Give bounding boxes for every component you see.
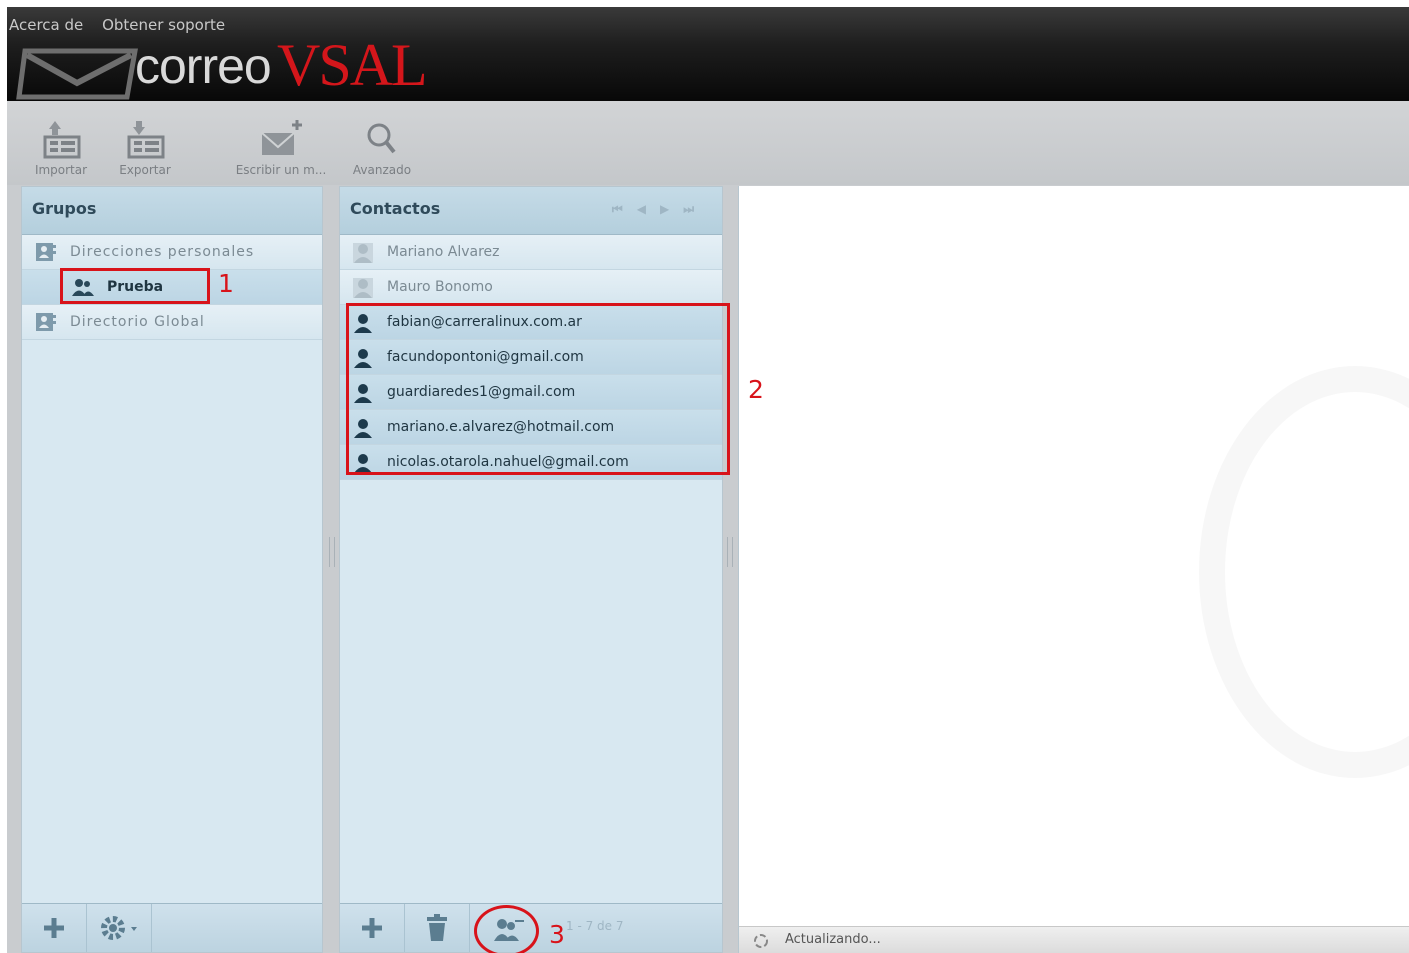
pagination-controls: ⏮◀▶⏭ — [612, 187, 708, 231]
compose-label: Escribir un m... — [235, 163, 327, 177]
group-global-directory[interactable]: Directorio Global — [22, 305, 322, 340]
add-group-button[interactable] — [22, 904, 87, 952]
annotation-number-1: 1 — [218, 269, 234, 298]
annotation-number-2: 2 — [748, 375, 764, 404]
next-page-icon[interactable]: ▶ — [660, 202, 683, 216]
export-icon — [127, 121, 165, 159]
envelope-logo-icon — [16, 48, 138, 100]
plus-icon — [44, 918, 64, 938]
address-book-icon — [36, 313, 56, 331]
loading-spinner-icon — [754, 934, 768, 948]
app-window: Acerca de Obtener soporte correo VSAL Im… — [7, 7, 1409, 953]
top-links: Acerca de Obtener soporte — [9, 16, 239, 34]
status-text: Actualizando... — [785, 932, 881, 947]
group-settings-button[interactable] — [87, 904, 152, 952]
logo: correo VSAL — [15, 32, 435, 100]
contacts-title: Contactos — [350, 199, 441, 218]
annotation-box-1 — [60, 268, 210, 304]
address-book-icon — [36, 243, 56, 261]
contact-person-icon — [353, 278, 373, 298]
export-label: Exportar — [119, 163, 171, 177]
compose-button[interactable]: Escribir un m... — [231, 119, 331, 177]
group-personal-addresses[interactable]: Direcciones personales — [22, 235, 322, 270]
contact-name: Mauro Bonomo — [387, 279, 493, 295]
status-bar: Actualizando... — [739, 926, 1409, 953]
about-link[interactable]: Acerca de — [9, 16, 83, 34]
watermark-logo — [1199, 366, 1409, 778]
group-personal-label: Direcciones personales — [70, 244, 255, 260]
last-page-icon[interactable]: ⏭ — [683, 202, 708, 216]
contacts-header: Contactos ⏮◀▶⏭ — [340, 187, 722, 235]
logo-brand: VSAL — [277, 32, 428, 98]
groups-splitter[interactable] — [329, 537, 335, 567]
add-contact-button[interactable] — [340, 904, 405, 952]
annotation-box-2 — [346, 303, 730, 475]
import-button[interactable]: Importar — [31, 119, 91, 177]
delete-contact-button[interactable] — [405, 904, 470, 952]
prev-page-icon[interactable]: ◀ — [637, 202, 660, 216]
gear-icon — [101, 916, 137, 940]
group-global-label: Directorio Global — [70, 314, 205, 330]
annotation-number-3: 3 — [549, 920, 565, 949]
toolbar: Importar Exportar Escribir un m... Avanz… — [7, 101, 1409, 185]
compose-mail-icon — [261, 120, 302, 155]
contact-detail-pane: Actualizando... — [738, 186, 1409, 953]
advanced-search-button[interactable]: Avanzado — [347, 119, 417, 177]
first-page-icon[interactable]: ⏮ — [612, 202, 637, 216]
annotation-circle-3 — [474, 905, 539, 953]
plus-icon — [362, 918, 382, 938]
search-icon — [367, 123, 396, 154]
groups-footer — [22, 903, 322, 952]
contact-name: Mariano Alvarez — [387, 244, 500, 260]
contact-row[interactable]: Mauro Bonomo — [340, 270, 722, 305]
contacts-panel: Contactos ⏮◀▶⏭ Mariano Alvarez Mauro Bono… — [339, 186, 723, 953]
contact-person-icon — [353, 243, 373, 263]
groups-title: Grupos — [22, 187, 322, 235]
import-icon — [43, 121, 81, 159]
export-button[interactable]: Exportar — [115, 119, 175, 177]
import-label: Importar — [34, 163, 88, 177]
contacts-splitter[interactable] — [727, 537, 733, 567]
contacts-count: 1 - 7 de 7 — [566, 919, 624, 933]
logo-word: correo — [135, 38, 272, 94]
contact-row[interactable]: Mariano Alvarez — [340, 235, 722, 270]
header-bar: Acerca de Obtener soporte correo VSAL — [7, 7, 1409, 101]
advanced-label: Avanzado — [352, 163, 412, 177]
support-link[interactable]: Obtener soporte — [102, 16, 225, 34]
trash-icon — [427, 914, 447, 941]
